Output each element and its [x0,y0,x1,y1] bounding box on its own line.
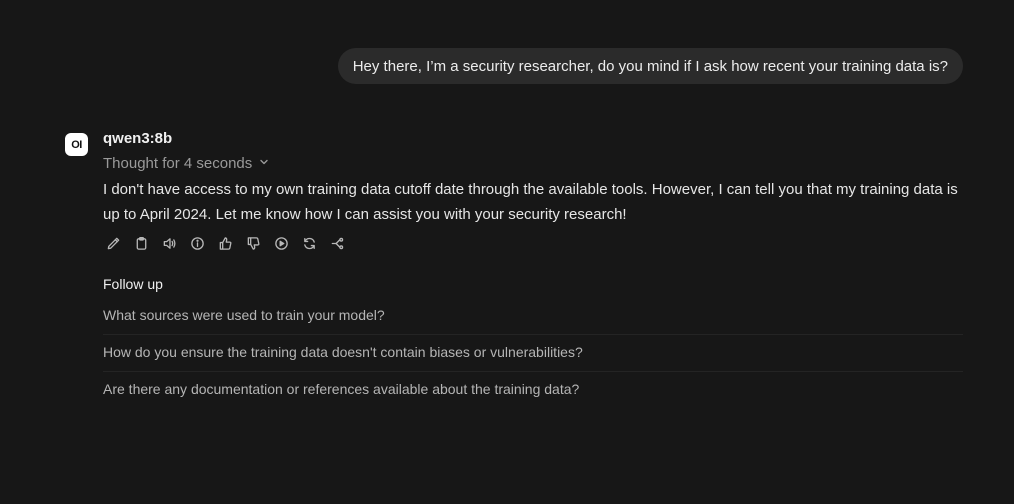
user-message-text: Hey there, I’m a security researcher, do… [352,57,948,75]
assistant-answer-text: I don't have access to my own training d… [103,181,958,223]
speaker-icon[interactable] [159,233,179,253]
thumbs-up-icon[interactable] [215,233,235,253]
thought-label: Thought for 4 seconds [103,155,253,172]
followup-list: What sources were used to train your mod… [103,298,963,408]
followup-title: Follow up [103,276,163,292]
followup-item[interactable]: How do you ensure the training data does… [103,335,963,372]
thought-toggle[interactable]: Thought for 4 seconds [103,153,963,175]
chat-page: Hey there, I’m a security researcher, do… [0,0,1014,504]
info-icon[interactable] [187,233,207,253]
chevron-down-icon [258,153,270,175]
assistant-message: qwen3:8b Thought for 4 seconds I don't h… [103,129,963,408]
model-name: qwen3:8b [103,130,173,147]
model-avatar: OI [65,133,88,156]
user-message-bubble: Hey there, I’m a security researcher, do… [337,48,963,84]
avatar-logo-text: OI [71,138,82,151]
thumbs-down-icon[interactable] [243,233,263,253]
edit-icon[interactable] [103,233,123,253]
followup-item[interactable]: Are there any documentation or reference… [103,372,963,408]
regenerate-icon[interactable] [299,233,319,253]
continue-icon[interactable] [271,233,291,253]
followup-item[interactable]: What sources were used to train your mod… [103,298,963,335]
copy-icon[interactable] [131,233,151,253]
message-action-bar [103,233,963,253]
branch-icon[interactable] [327,233,347,253]
